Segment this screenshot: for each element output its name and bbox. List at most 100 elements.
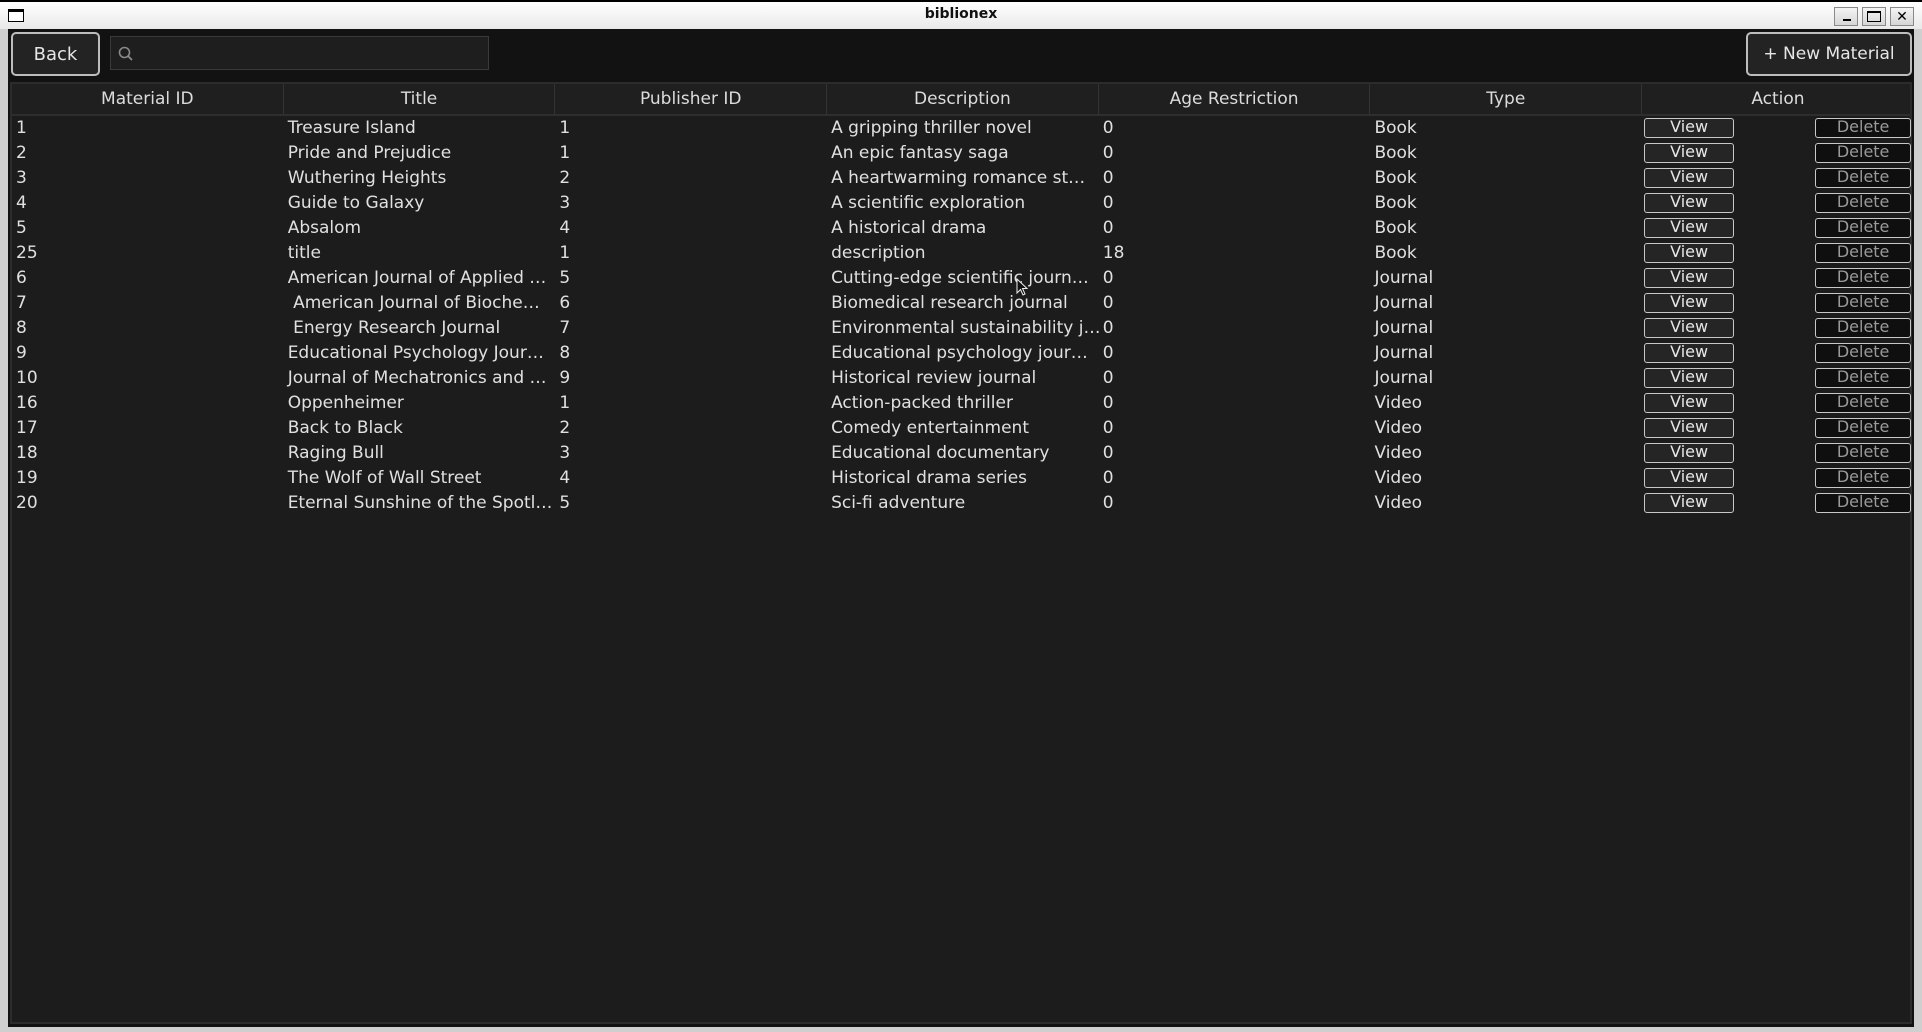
table-row[interactable]: 4 Guide to Galaxy 3 A scientific exploratio… [12,191,1912,216]
view-button[interactable]: View [1644,368,1735,388]
title-cell: Absalom [287,218,362,238]
table-row[interactable]: 20 Eternal Sunshine of the Spotl… 5 Sci-fi … [12,491,1912,516]
delete-button[interactable]: Delete [1815,318,1912,338]
view-button[interactable]: View [1644,468,1735,488]
table-row[interactable]: 3 Wuthering Heights 2 A heartwarming romanc… [12,166,1912,191]
view-button[interactable]: View [1644,293,1735,313]
type-cell: Book [1374,193,1417,213]
action-cell: View Delete [1642,141,1914,166]
delete-button[interactable]: Delete [1815,143,1912,163]
table-row[interactable]: 25 title 1 description 18 Book View Delete [12,241,1912,266]
publisher-id-cell: 8 [559,343,571,363]
delete-button[interactable]: Delete [1815,293,1912,313]
table-row[interactable]: 8 Energy Research Journal 7 Environmental … [12,316,1912,341]
type-cell: Video [1374,493,1423,513]
new-material-button[interactable]: + New Material [1746,32,1912,76]
delete-button[interactable]: Delete [1815,418,1912,438]
age-restriction-cell: 0 [1102,143,1114,163]
material-id-cell: 4 [16,193,27,213]
material-id-cell: 17 [16,418,38,438]
material-id-cell: 20 [16,493,38,513]
table-row[interactable]: 16 Oppenheimer 1 Action-packed thriller 0 Vid… [12,391,1912,416]
description-cell: Comedy entertainment [831,418,1029,438]
delete-button[interactable]: Delete [1815,443,1912,463]
view-button[interactable]: View [1644,268,1735,288]
description-cell: Cutting-edge scientific journ… [831,268,1089,288]
table-row[interactable]: 9 Educational Psychology Jour… 8 Educationa… [12,341,1912,366]
type-cell: Book [1374,218,1417,238]
view-button[interactable]: View [1644,343,1735,363]
type-cell: Journal [1374,343,1434,363]
delete-button[interactable]: Delete [1815,243,1912,263]
view-button[interactable]: View [1644,143,1735,163]
view-button[interactable]: View [1644,493,1735,513]
table-row[interactable]: 17 Back to Black 2 Comedy entertainment 0 Vid… [12,416,1912,441]
minimize-button[interactable] [1834,7,1858,26]
maximize-icon [1867,11,1881,22]
delete-button[interactable]: Delete [1815,268,1912,288]
table-body: 1 Treasure Island 1 A gripping thriller nov… [12,116,1912,516]
view-button[interactable]: View [1644,118,1735,138]
view-button[interactable]: View [1644,218,1735,238]
column-header-publisher-id[interactable]: Publisher ID [555,84,828,114]
age-restriction-cell: 0 [1102,368,1114,388]
title-cell: Treasure Island [287,118,416,138]
material-id-cell: 18 [16,443,38,463]
column-header-description[interactable]: Description [827,84,1099,114]
publisher-id-cell: 5 [559,268,571,288]
view-button[interactable]: View [1644,168,1735,188]
maximize-button[interactable] [1862,7,1886,26]
table-row[interactable]: 7 American Journal of Bioche… 6 Biomedical… [12,291,1912,316]
publisher-id-cell: 2 [559,418,571,438]
delete-button[interactable]: Delete [1815,493,1912,513]
delete-button[interactable]: Delete [1815,118,1912,138]
age-restriction-cell: 18 [1102,243,1125,263]
delete-button[interactable]: Delete [1815,193,1912,213]
close-icon: ✕ [1896,8,1908,25]
delete-button[interactable]: Delete [1815,168,1912,188]
title-cell: Back to Black [287,418,403,438]
title-cell: Eternal Sunshine of the Spotl… [287,493,553,513]
view-button[interactable]: View [1644,318,1735,338]
view-button[interactable]: View [1644,243,1735,263]
column-header-age-restriction[interactable]: Age Restriction [1099,84,1371,114]
title-bar: biblionex ✕ [0,0,1922,29]
age-restriction-cell: 0 [1102,168,1114,188]
column-header-material-id[interactable]: Material ID [12,84,284,114]
view-button[interactable]: View [1644,443,1735,463]
table-row[interactable]: 6 American Journal of Applied … 5 Cutting-e… [12,266,1912,291]
delete-button[interactable]: Delete [1815,343,1912,363]
close-button[interactable]: ✕ [1890,7,1914,26]
back-button[interactable]: Back [11,32,100,76]
column-header-type[interactable]: Type [1370,84,1643,114]
column-header-action[interactable]: Action [1642,84,1914,114]
action-cell: View Delete [1642,316,1914,341]
table-row[interactable]: 10 Journal of Mechatronics and … 9 Historic… [12,366,1912,391]
view-button[interactable]: View [1644,193,1735,213]
view-button[interactable]: View [1644,418,1735,438]
age-restriction-cell: 0 [1102,318,1114,338]
delete-button[interactable]: Delete [1815,393,1912,413]
table-row[interactable]: 5 Absalom 4 A historical drama 0 Book View Dele… [12,216,1912,241]
table-row[interactable]: 18 Raging Bull 3 Educational documentary 0 Vi… [12,441,1912,466]
action-cell: View Delete [1642,191,1914,216]
search-input[interactable] [141,37,484,69]
table-row[interactable]: 19 The Wolf of Wall Street 4 Historical dra… [12,466,1912,491]
window-title: biblionex [924,6,998,22]
material-id-cell: 3 [16,168,27,188]
view-button[interactable]: View [1644,393,1735,413]
table-row[interactable]: 2 Pride and Prejudice 1 An epic fantasy sag… [12,141,1912,166]
delete-button[interactable]: Delete [1815,468,1912,488]
table-header: Material ID Title Publisher ID Description A… [12,84,1910,116]
column-header-title[interactable]: Title [284,84,556,114]
search-box[interactable] [110,36,489,70]
table-row[interactable]: 1 Treasure Island 1 A gripping thriller nov… [12,116,1912,141]
type-cell: Journal [1374,293,1434,313]
description-cell: Historical review journal [831,368,1037,388]
publisher-id-cell: 1 [559,393,571,413]
action-cell: View Delete [1642,391,1914,416]
delete-button[interactable]: Delete [1815,218,1912,238]
materials-table: Material ID Title Publisher ID Description A… [10,82,1912,1024]
delete-button[interactable]: Delete [1815,368,1912,388]
action-cell: View Delete [1642,441,1914,466]
